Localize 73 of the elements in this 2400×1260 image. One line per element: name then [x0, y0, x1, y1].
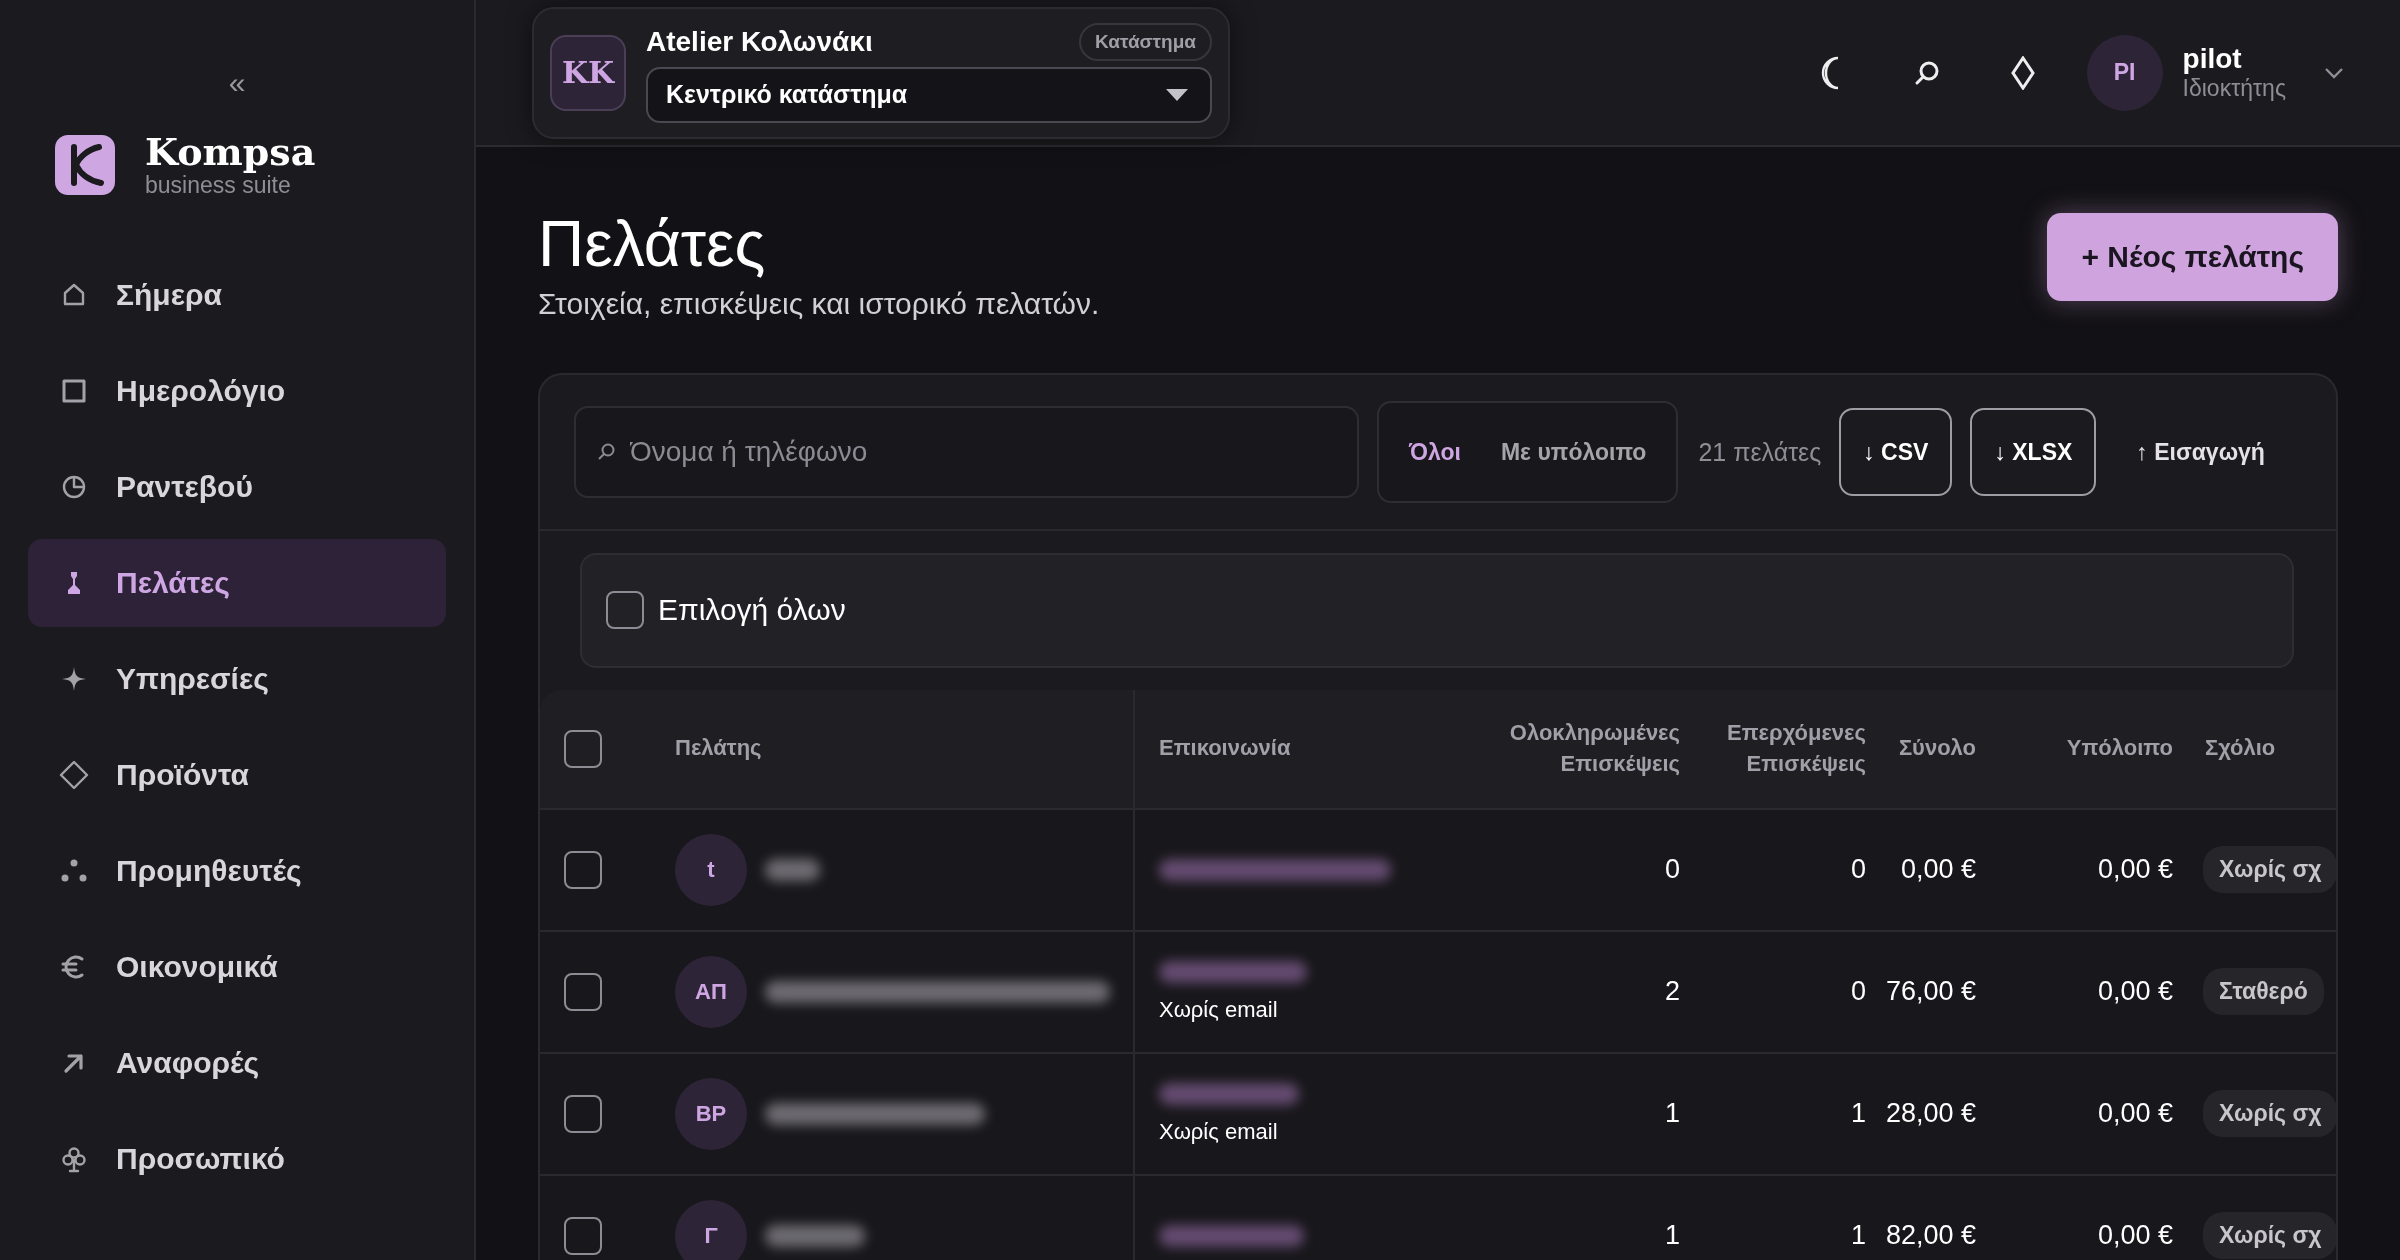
note-tag: Σταθερό — [2203, 968, 2324, 1016]
nav-item[interactable]: Οικονομικά — [28, 922, 446, 1011]
note-tag: Χωρίς σχ — [2203, 1212, 2336, 1260]
search-icon — [596, 442, 616, 462]
branch-select[interactable]: Κεντρικό κατάστημα — [646, 66, 1212, 123]
store-name: Atelier Κολωνάκι — [646, 25, 873, 58]
user-role: Ιδιοκτήτης — [2182, 75, 2286, 102]
nav-item[interactable]: Αναφορές — [28, 1018, 446, 1107]
table-cell: 0,00 € — [1900, 854, 1976, 886]
nav-item[interactable]: Ραντεβού — [28, 442, 446, 531]
nav-item[interactable]: Προμηθευτές — [28, 826, 446, 915]
diamond-icon — [58, 758, 90, 791]
checkbox[interactable] — [564, 850, 602, 889]
export-button[interactable]: ↓ XLSX — [1970, 408, 2097, 496]
logo-icon — [55, 135, 115, 196]
table-cell: 0,00 € — [2097, 1220, 2173, 1252]
store-badge: Κατάστημα — [1079, 22, 1212, 61]
column-header: Υπόλοιπο — [2066, 734, 2173, 763]
export-button[interactable]: ↓ CSV — [1839, 408, 1953, 496]
select-all-label: Επιλογή όλων — [658, 593, 846, 628]
client-avatar: ΑΠ — [675, 955, 747, 1028]
client-avatar: ΒΡ — [675, 1077, 747, 1150]
checkbox[interactable] — [564, 972, 602, 1011]
table-cell: 28,00 € — [1885, 1098, 1976, 1130]
dropdown-icon — [1166, 88, 1188, 101]
contact-note: Χωρίς email — [1159, 1118, 1279, 1145]
user-avatar[interactable]: PI — [2086, 34, 2163, 111]
client-avatar: t — [675, 833, 747, 906]
filter-tab[interactable]: Με υπόλοιπο — [1484, 428, 1663, 476]
nav-item[interactable]: Προϊόντα — [28, 730, 446, 819]
column-header: Ολοκληρωμένες Επισκέψεις — [1508, 718, 1680, 778]
nav-item[interactable]: Υπηρεσίες — [28, 634, 446, 723]
nav-item[interactable]: Πελάτες — [28, 538, 446, 627]
checkbox[interactable] — [606, 591, 644, 630]
checkbox[interactable] — [564, 1094, 602, 1133]
table-cell: 0 — [1850, 854, 1866, 886]
import-button[interactable]: ↑ Εισαγωγή — [2114, 408, 2287, 496]
client-count: 21 πελάτες — [1698, 437, 1822, 467]
checkbox[interactable] — [564, 1216, 602, 1255]
blurred-name — [765, 858, 820, 881]
table-cell: 1 — [1664, 1220, 1680, 1252]
column-header: Επερχόμενες Επισκέψεις — [1726, 718, 1866, 778]
table-cell: 0,00 € — [2097, 1098, 2173, 1130]
table-cell: 1 — [1850, 1220, 1866, 1252]
nav-item[interactable]: Σήμερα — [28, 250, 446, 339]
nav-item[interactable]: Ημερολόγιο — [28, 346, 446, 435]
note-tag: Χωρίς σχ — [2203, 1090, 2336, 1138]
column-header: Σύνολο — [1898, 734, 1976, 763]
contact-note: Χωρίς email — [1159, 996, 1279, 1023]
new-client-button[interactable]: + Νέος πελάτης — [2047, 213, 2338, 301]
client-avatar: Γ — [675, 1199, 747, 1260]
store-avatar: KK — [550, 34, 626, 111]
table-cell: 2 — [1664, 976, 1680, 1008]
table-cell: 0 — [1850, 976, 1866, 1008]
column-header: Επικοινωνία — [1159, 734, 1291, 763]
chevron-down-icon[interactable] — [2324, 66, 2344, 79]
nav-item[interactable]: Προσωπικό — [28, 1114, 446, 1203]
table-cell: 0 — [1664, 854, 1680, 886]
column-header: Σχόλιο — [2205, 734, 2276, 763]
table-cell: 82,00 € — [1885, 1220, 1976, 1252]
table-cell: 76,00 € — [1885, 976, 1976, 1008]
table-cell: 1 — [1664, 1098, 1680, 1130]
filter-tab[interactable]: Όλοι — [1393, 428, 1477, 476]
table-cell: 0,00 € — [2097, 976, 2173, 1008]
column-header: Πελάτης — [675, 734, 762, 763]
table-cell: 0,00 € — [2097, 854, 2173, 886]
page-subtitle: Στοιχεία, επισκέψεις και ιστορικό πελατών. — [538, 287, 1100, 321]
user-name: pilot — [2182, 43, 2243, 75]
note-tag: Χωρίς σχ — [2203, 846, 2336, 894]
checkbox[interactable] — [564, 729, 602, 768]
page-title: Πελάτες — [538, 207, 767, 281]
collapse-button[interactable]: « — [224, 68, 250, 98]
table-cell: 1 — [1850, 1098, 1866, 1130]
